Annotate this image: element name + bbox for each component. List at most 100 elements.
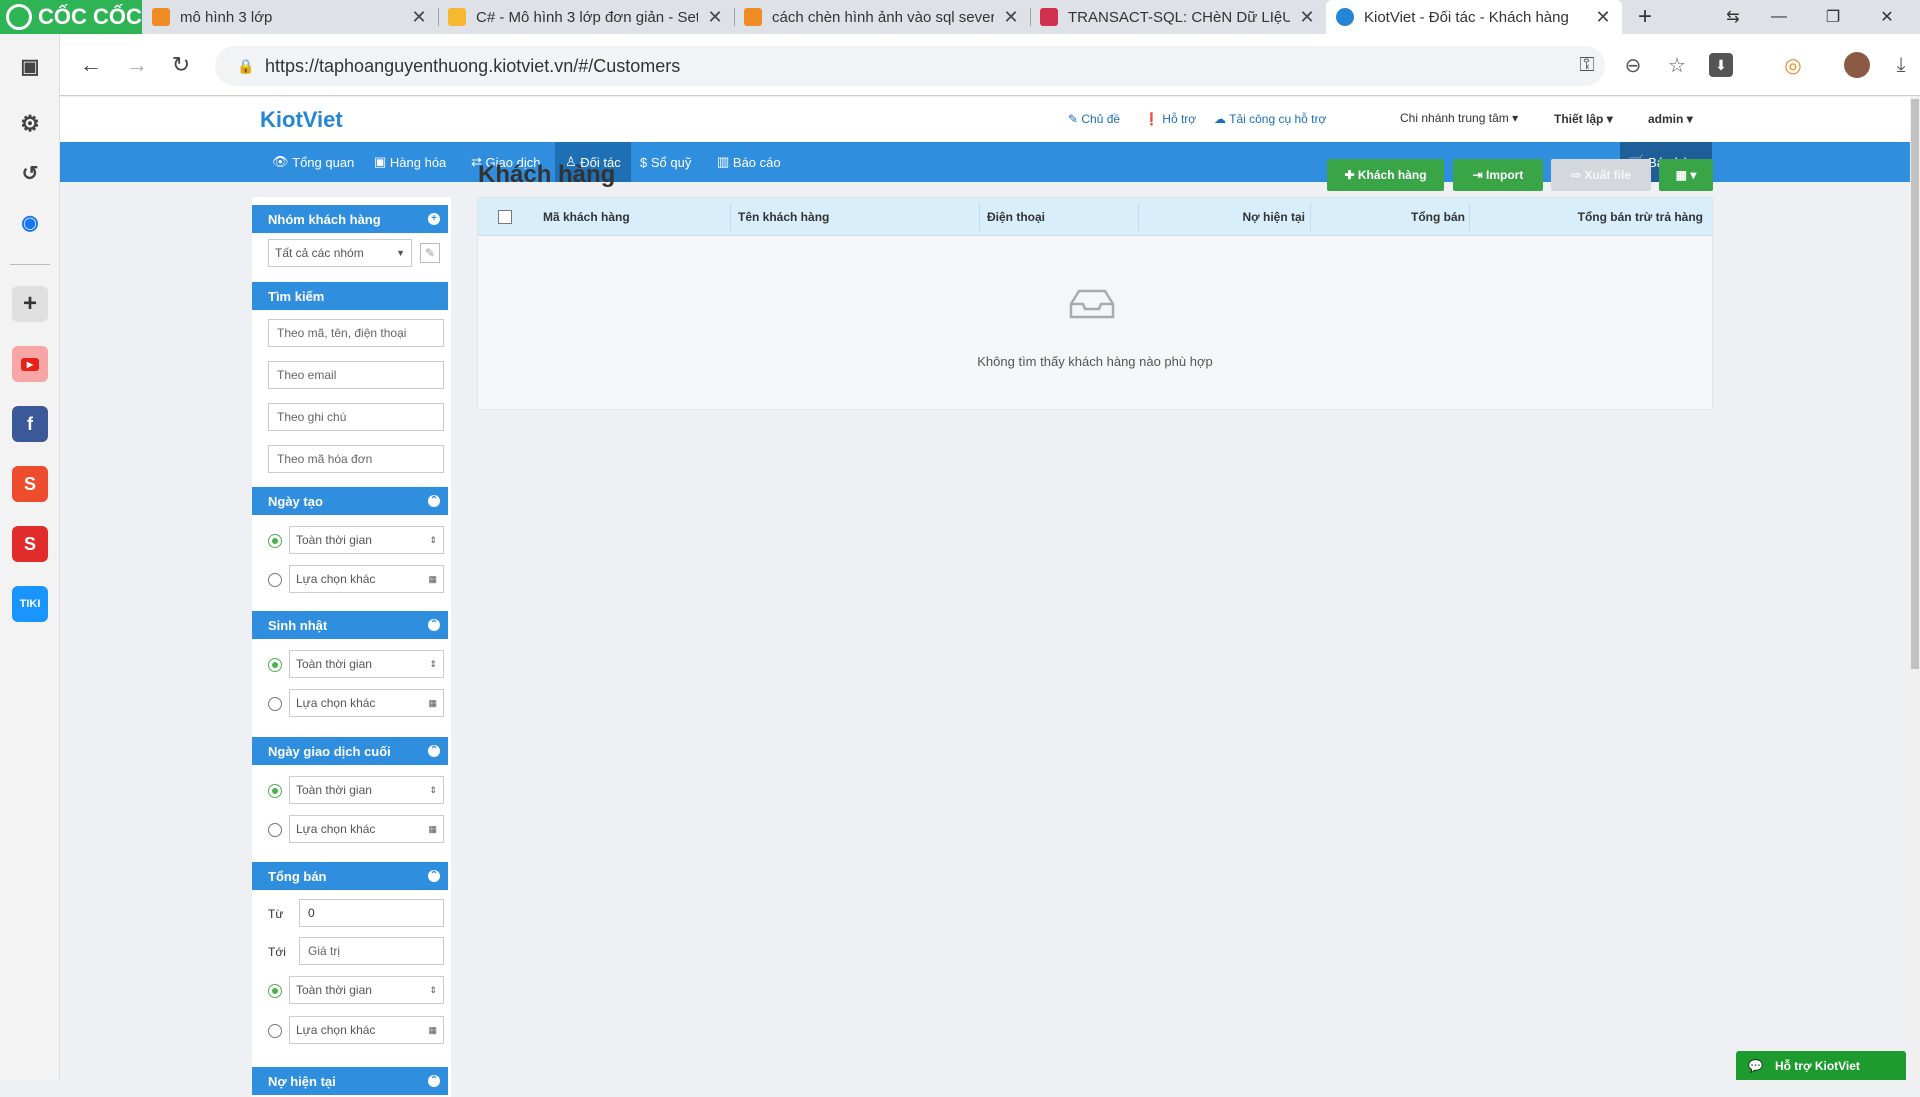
zoom-out-icon[interactable]: ⊖ (1616, 48, 1650, 82)
branch-dropdown[interactable]: Chi nhánh trung tâm ▾ (1400, 111, 1518, 125)
back-icon[interactable]: ← (74, 48, 108, 82)
search-code-name-phone-input[interactable]: Theo mã, tên, điện thoại (268, 319, 444, 347)
star-icon[interactable]: ☆ (1660, 48, 1694, 82)
chevron-down-icon: ▾ (1512, 111, 1519, 125)
collapse-icon[interactable]: ⌃ (428, 870, 440, 882)
messenger-icon[interactable]: ◉ (12, 204, 48, 240)
url-field[interactable]: 🔒 https://taphoanguyenthuong.kiotviet.vn… (215, 46, 1605, 86)
total-sales-other-select[interactable]: Lựa chọn khác ▦ (289, 1016, 444, 1044)
tiki-icon[interactable]: TIKI (12, 586, 48, 622)
key-icon[interactable]: ⚿ (1570, 48, 1604, 82)
col-current-debt[interactable]: Nợ hiện tại (1155, 210, 1305, 224)
created-all-time-select[interactable]: Toàn thời gian ⇕ (289, 526, 444, 554)
restore-icon[interactable]: ❐ (1810, 0, 1856, 34)
browser-tab-3[interactable]: cách chèn hình ảnh vào sql sever ✕ (734, 0, 1030, 34)
add-group-icon[interactable]: + (428, 213, 440, 225)
download-tools-link[interactable]: ☁ Tải công cụ hỗ trợ (1214, 112, 1326, 126)
column-toggle-button[interactable]: ▦ ▾ (1659, 159, 1713, 191)
close-tab-icon[interactable]: ✕ (1298, 7, 1316, 28)
tab-search-icon[interactable]: ⇆ (1710, 0, 1756, 34)
close-tab-icon[interactable]: ✕ (410, 7, 428, 28)
close-window-icon[interactable]: ✕ (1864, 0, 1910, 34)
close-tab-icon[interactable]: ✕ (1594, 7, 1612, 28)
filter-title: Sinh nhật (268, 617, 328, 633)
coccoc-logo[interactable]: CỐC CỐC (0, 0, 142, 34)
theme-link[interactable]: ✎ Chủ đề (1068, 112, 1120, 126)
nav-reports[interactable]: ▥ Báo cáo (707, 142, 791, 182)
last-tx-all-time-select[interactable]: Toàn thời gian ⇕ (289, 776, 444, 804)
created-other-radio[interactable] (268, 573, 282, 587)
scrollbar-thumb[interactable] (1911, 99, 1919, 669)
close-tab-icon[interactable]: ✕ (1002, 7, 1020, 28)
browser-tab-active[interactable]: KiotViet - Đối tác - Khách hàng ✕ (1326, 0, 1622, 34)
col-phone[interactable]: Điện thoại (987, 210, 1045, 224)
kiotviet-logo[interactable]: KiotViet (260, 107, 343, 133)
total-sales-other-radio[interactable] (268, 1024, 282, 1038)
sendo-icon[interactable]: S (12, 526, 48, 562)
gear-icon[interactable]: ⚙ (12, 106, 48, 142)
search-note-input[interactable]: Theo ghi chú (268, 403, 444, 431)
chevron-down-icon: ▾ (1686, 112, 1693, 126)
last-tx-other-radio[interactable] (268, 823, 282, 837)
user-dropdown[interactable]: admin ▾ (1648, 112, 1693, 126)
created-other-select[interactable]: Lựa chọn khác ▦ (289, 565, 444, 593)
birthday-other-radio[interactable] (268, 697, 282, 711)
search-invoice-input[interactable]: Theo mã hóa đơn (268, 445, 444, 473)
facebook-icon[interactable]: f (12, 406, 48, 442)
page-title: Khách hàng (478, 161, 616, 188)
new-tab-button[interactable]: + (1622, 0, 1668, 34)
import-button[interactable]: ⇥ Import (1453, 159, 1543, 191)
col-customer-code[interactable]: Mã khách hàng (543, 210, 630, 224)
export-button[interactable]: ⇨ Xuất file (1551, 159, 1651, 191)
nav-cashbook[interactable]: $ Sổ quỹ (630, 142, 701, 182)
placeholder: Theo email (277, 368, 337, 382)
created-all-time-radio[interactable] (268, 534, 282, 548)
help-link[interactable]: ❗ Hỗ trợ (1144, 112, 1196, 126)
minimize-icon[interactable]: — (1756, 0, 1802, 34)
grid-icon: ▦ ▾ (1675, 168, 1697, 182)
total-sales-all-time-select[interactable]: Toàn thời gian ⇕ (289, 976, 444, 1004)
coccoc-extension-icon[interactable]: ◎ (1776, 48, 1810, 82)
collapse-icon[interactable]: ⌃ (428, 495, 440, 507)
select-value: Toàn thời gian (296, 657, 372, 671)
settings-dropdown[interactable]: Thiết lập ▾ (1554, 112, 1613, 126)
total-sales-to-input[interactable]: Giá trị (299, 937, 444, 965)
select-all-checkbox[interactable] (498, 210, 512, 224)
downloads-icon[interactable]: ⤓ (1884, 48, 1918, 82)
last-tx-other-select[interactable]: Lựa chọn khác ▦ (289, 815, 444, 843)
birthday-other-select[interactable]: Lựa chọn khác ▦ (289, 689, 444, 717)
browser-tab-2[interactable]: C# - Mô hình 3 lớp đơn giản - Set ✕ (438, 0, 734, 34)
search-email-input[interactable]: Theo email (268, 361, 444, 389)
total-sales-from-input[interactable]: 0 (299, 899, 444, 927)
col-net-sales[interactable]: Tổng bán trừ trả hàng (1478, 210, 1703, 224)
nav-overview[interactable]: 👁 Tổng quan (262, 142, 364, 182)
forward-icon[interactable]: → (120, 48, 154, 82)
add-app-icon[interactable]: + (12, 286, 48, 322)
customer-group-select[interactable]: Tất cả các nhóm ▼ (268, 239, 412, 267)
last-tx-all-time-radio[interactable] (268, 784, 282, 798)
edit-group-icon[interactable]: ✎ (420, 243, 440, 263)
profile-avatar[interactable] (1840, 48, 1874, 82)
col-customer-name[interactable]: Tên khách hàng (738, 210, 829, 224)
updown-icon: ⇕ (429, 535, 437, 545)
total-sales-header: Tổng bán ⌃ (252, 862, 448, 890)
birthday-all-time-radio[interactable] (268, 658, 282, 672)
browser-tab-4[interactable]: TRANSACT-SQL: CHèN Dữ LIệU H ✕ (1030, 0, 1326, 34)
shopee-icon[interactable]: S (12, 466, 48, 502)
download-save-icon[interactable]: ⬇ (1704, 48, 1738, 82)
youtube-icon[interactable]: ▶ (12, 346, 48, 382)
nav-products[interactable]: ▣ Hàng hóa (364, 142, 456, 182)
support-widget[interactable]: 💬 Hỗ trợ KiotViet (1736, 1051, 1906, 1080)
collapse-icon[interactable]: ⌃ (428, 619, 440, 631)
history-icon[interactable]: ↺ (12, 155, 48, 191)
collapse-icon[interactable]: ⌃ (428, 1075, 440, 1087)
add-customer-button[interactable]: ✚ Khách hàng (1327, 159, 1444, 191)
browser-tab-1[interactable]: mô hình 3 lớp ✕ (142, 0, 438, 34)
birthday-all-time-select[interactable]: Toàn thời gian ⇕ (289, 650, 444, 678)
reload-icon[interactable]: ↻ (164, 48, 198, 82)
collapse-icon[interactable]: ⌃ (428, 745, 440, 757)
col-total-sales[interactable]: Tổng bán (1315, 210, 1465, 224)
sidebar-panel-icon[interactable]: ▣ (12, 48, 48, 84)
close-tab-icon[interactable]: ✕ (706, 7, 724, 28)
total-sales-all-time-radio[interactable] (268, 984, 282, 998)
